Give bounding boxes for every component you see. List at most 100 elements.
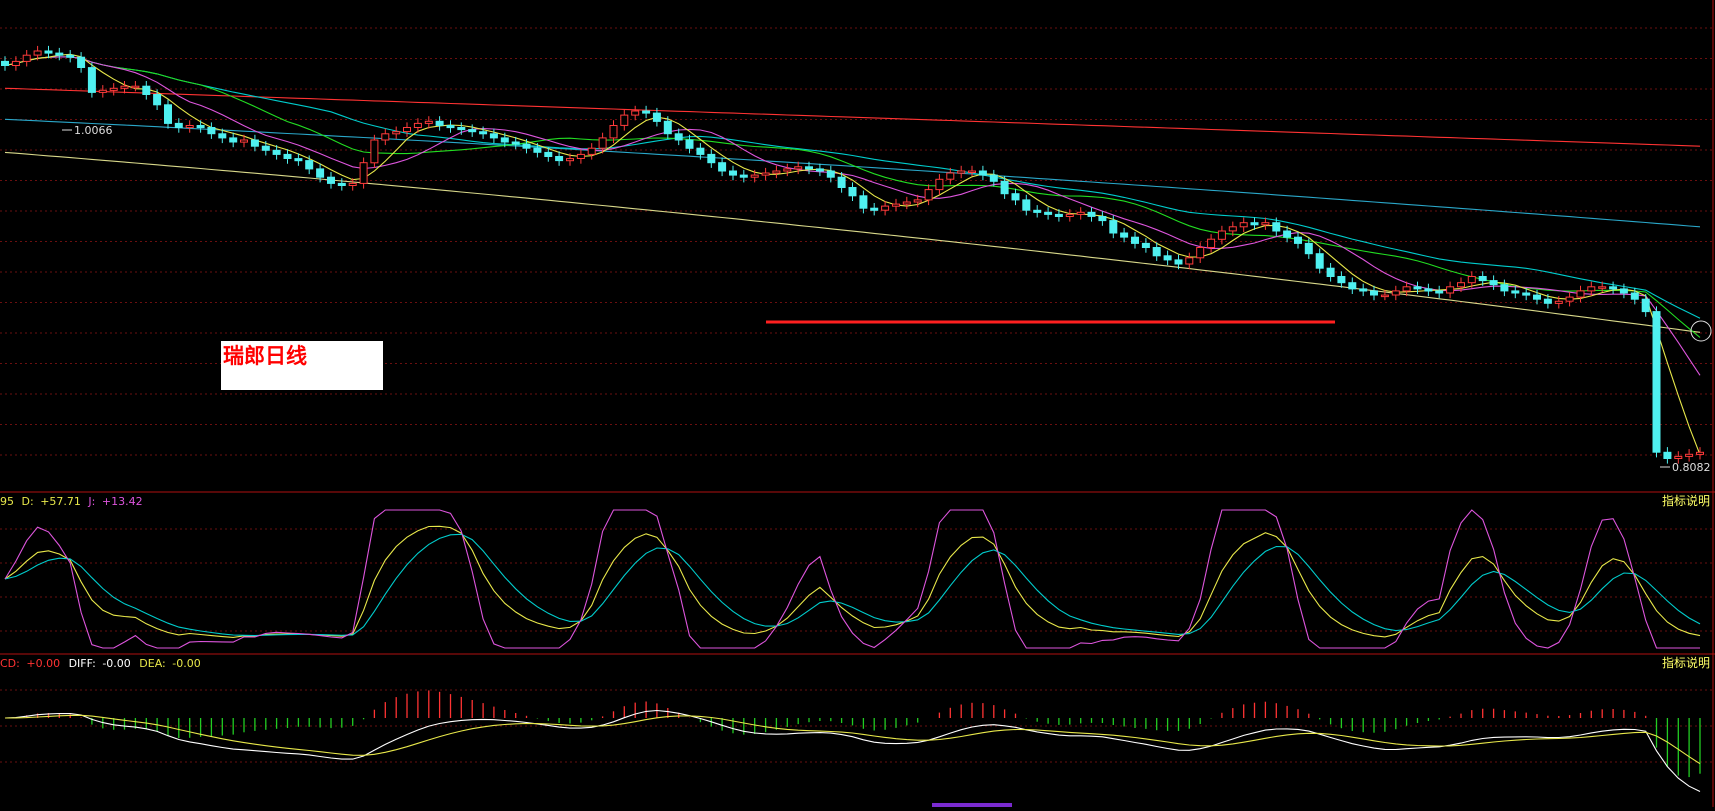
candle-body: [1543, 298, 1552, 304]
candle-body: [435, 120, 444, 126]
macd-help-link[interactable]: 指标说明: [1662, 655, 1710, 670]
candle-body: [1348, 282, 1357, 290]
candle-body: [457, 127, 466, 131]
kdj-j-value: +13.42: [102, 495, 143, 508]
candle-layer: [1, 45, 1704, 464]
kdj-d-line: [4, 533, 1701, 637]
candle-body: [1435, 290, 1444, 294]
candle-body: [1000, 180, 1009, 195]
candle-body: [696, 147, 705, 155]
kdj-d-value: +57.71: [40, 495, 81, 508]
candle-body: [1076, 211, 1085, 215]
candle-body: [1174, 259, 1183, 265]
candle-body: [218, 133, 227, 139]
candle-body: [1250, 222, 1259, 226]
candle-body: [240, 139, 248, 143]
candle-body: [283, 153, 292, 159]
candle-body: [1065, 213, 1074, 217]
candle-body: [1196, 247, 1205, 259]
candle-body: [153, 94, 162, 106]
candle-body: [674, 133, 683, 141]
candle-body: [555, 156, 564, 162]
candle-body: [55, 52, 64, 56]
candle-body: [489, 133, 498, 139]
candle-body: [1413, 286, 1422, 290]
ma-line-5: [4, 56, 1701, 376]
candle-body: [272, 149, 281, 155]
candle-body: [359, 162, 368, 184]
candle-body: [11, 60, 20, 67]
candle-body: [1294, 236, 1302, 244]
candle-body: [1272, 222, 1281, 232]
candle-body: [522, 143, 531, 149]
kdj-layer: [4, 509, 1701, 649]
candle-body: [946, 172, 955, 180]
candle-body: [1478, 276, 1487, 282]
candle-body: [1217, 230, 1226, 240]
candle-body: [544, 151, 553, 157]
chart-canvas: 瑞郎日线 1.0066 0.8082 95 D: +57.71 J: +13.4…: [0, 0, 1715, 807]
candle-body: [1391, 290, 1400, 296]
candle-body: [1370, 290, 1378, 296]
candle-body: [1033, 209, 1042, 213]
candle-body: [1337, 276, 1346, 284]
candle-body: [348, 182, 357, 186]
candle-body: [587, 147, 596, 155]
candle-body: [500, 137, 509, 143]
candle-body: [261, 145, 270, 151]
candle-body: [33, 50, 42, 56]
candle-body: [848, 187, 857, 197]
candle-body: [1380, 294, 1389, 298]
candle-body: [620, 114, 629, 126]
moving-average-layer: [4, 53, 1701, 455]
candle-body: [1283, 230, 1292, 238]
kdj-j-label: J:: [87, 495, 95, 508]
candle-body: [663, 120, 672, 135]
macd-dea-value: -0.00: [172, 657, 200, 670]
candle-body: [794, 166, 803, 170]
candle-body: [381, 133, 390, 141]
candle-body: [707, 153, 716, 164]
time-scroll-thumb[interactable]: [932, 803, 1012, 807]
candle-body: [576, 153, 585, 159]
candle-body: [968, 170, 976, 173]
min-label: 0.8082: [1672, 461, 1711, 474]
candle-body: [870, 207, 879, 211]
candle-body: [837, 176, 846, 188]
candle-body: [1163, 255, 1172, 261]
candle-body: [957, 170, 966, 174]
candle-body: [892, 203, 900, 207]
candle-body: [305, 160, 314, 170]
candle-body: [229, 137, 238, 143]
candle-body: [805, 166, 813, 170]
candle-body: [1489, 280, 1498, 286]
candle-body: [739, 174, 748, 178]
kdj-help-link[interactable]: 指标说明: [1662, 493, 1710, 508]
candle-body: [1304, 242, 1313, 255]
candle-body: [120, 85, 129, 89]
chart-stage: 瑞郎日线 1.0066 0.8082 95 D: +57.71 J: +13.4…: [0, 0, 1715, 807]
candle-body: [761, 172, 770, 176]
candle-body: [1054, 213, 1063, 217]
candle-body: [1228, 226, 1237, 232]
kdj-d-label: D:: [22, 495, 34, 508]
candle-body: [131, 85, 140, 89]
candle-body: [989, 174, 998, 182]
kdj-j-line: [4, 509, 1700, 649]
candle-body: [924, 189, 933, 201]
candle-body: [1598, 286, 1607, 289]
annotation-box-text: 瑞郎日线: [223, 344, 307, 368]
candle-body: [98, 89, 107, 93]
candle-body: [1087, 211, 1096, 217]
candle-body: [1207, 238, 1216, 248]
macd-header-prefix: CD:: [0, 657, 20, 670]
candle-body: [66, 54, 75, 58]
candle-body: [392, 131, 401, 135]
candle-body: [1554, 300, 1563, 304]
candle-body: [1663, 451, 1672, 459]
candle-body: [913, 199, 922, 203]
candle-body: [826, 170, 835, 178]
candle-body: [598, 137, 607, 149]
candle-body: [1674, 455, 1683, 459]
candle-body: [250, 139, 259, 147]
